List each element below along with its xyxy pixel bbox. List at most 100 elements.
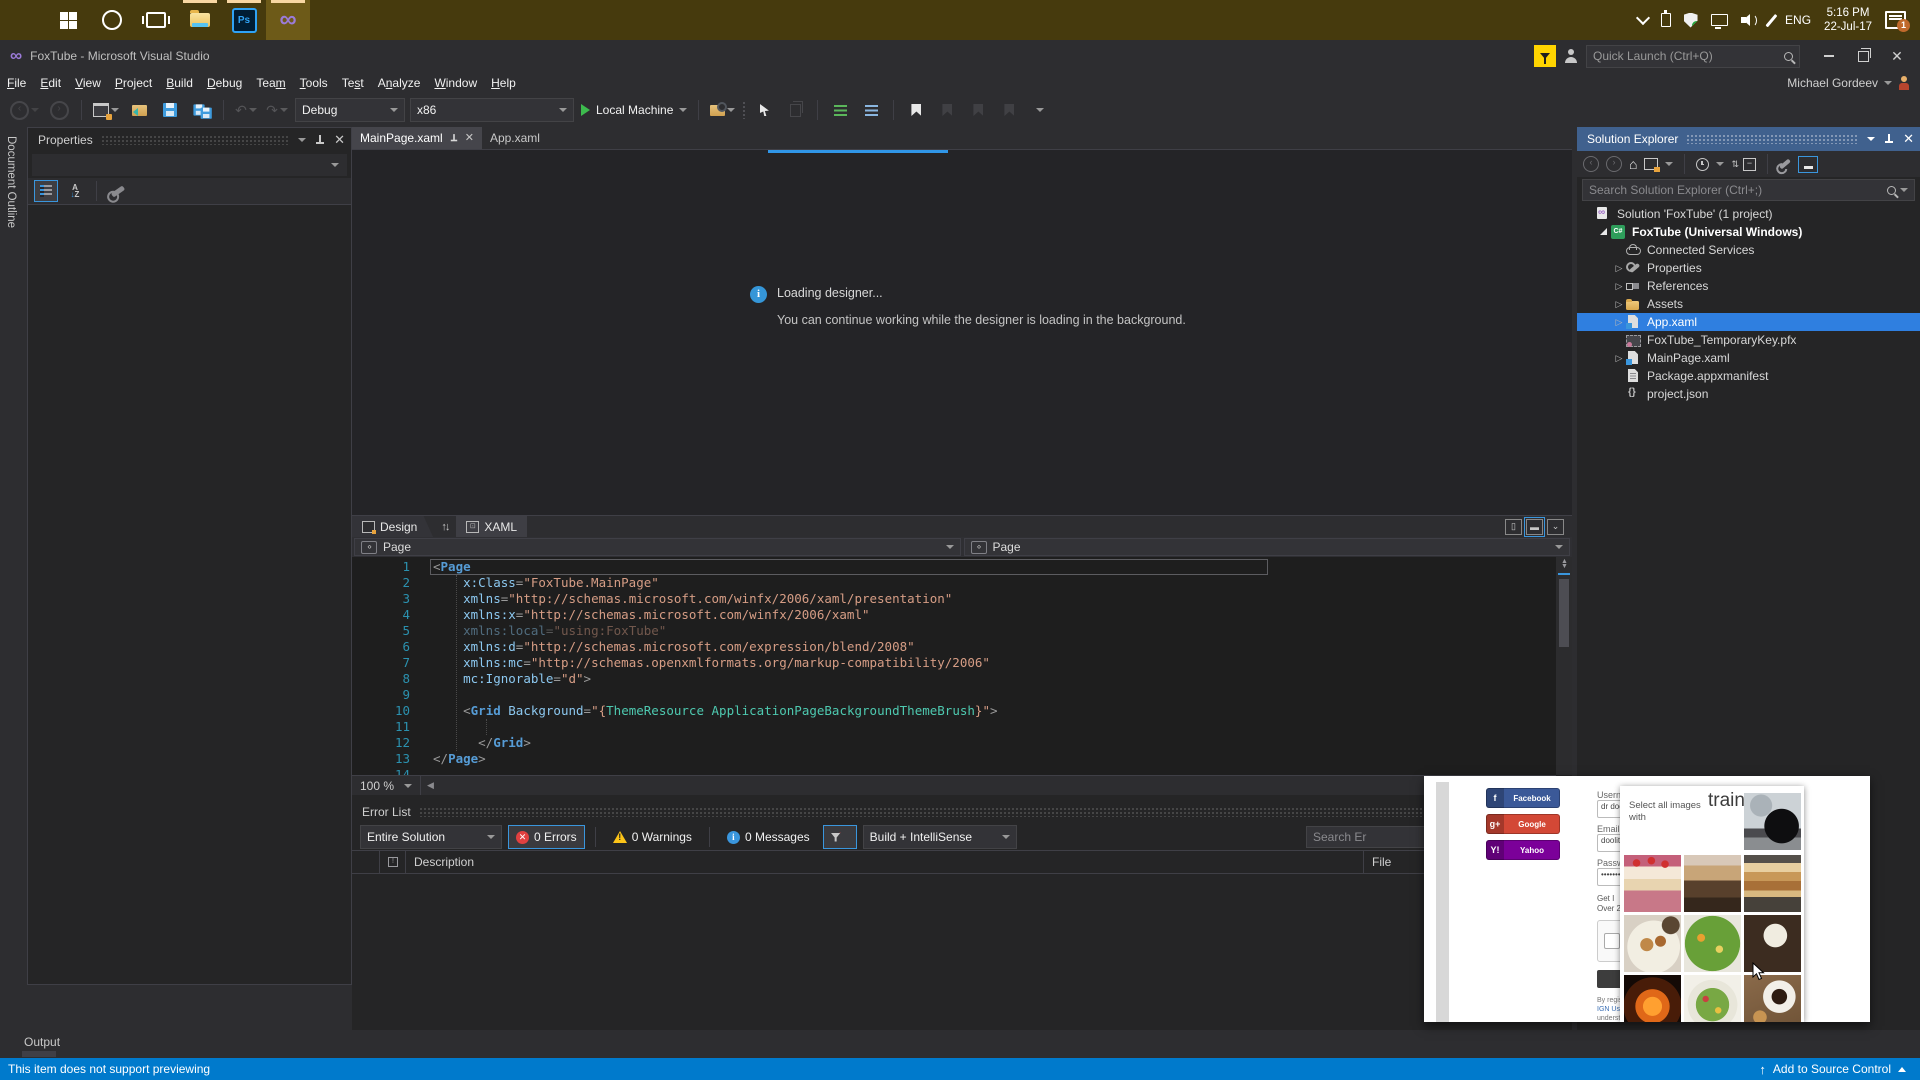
document-outline-tab[interactable]: Document Outline bbox=[5, 136, 17, 228]
captcha-tile-pancakes[interactable] bbox=[1744, 855, 1801, 912]
solution-platform-dropdown[interactable]: x86 bbox=[410, 98, 574, 122]
code-line-13[interactable]: 13 </Page> bbox=[352, 751, 1556, 767]
select-element-button[interactable] bbox=[751, 98, 777, 122]
copy-button[interactable] bbox=[782, 98, 808, 122]
close-icon[interactable]: ✕ bbox=[334, 133, 345, 146]
tree-item-assets[interactable]: ▷ Assets bbox=[1577, 295, 1920, 313]
defender-shield-icon[interactable]: ✓ bbox=[1683, 12, 1698, 28]
sync-with-active-document-icon[interactable]: ⇅ bbox=[1731, 159, 1738, 170]
error-scope-dropdown[interactable]: Entire Solution bbox=[360, 825, 502, 849]
window-position-icon[interactable] bbox=[298, 138, 307, 142]
restore-button[interactable] bbox=[1846, 43, 1880, 69]
output-tab[interactable]: Output bbox=[24, 1035, 60, 1049]
new-project-button[interactable] bbox=[91, 98, 121, 122]
window-position-icon[interactable] bbox=[1867, 137, 1876, 141]
tab-app-xaml[interactable]: App.xaml bbox=[482, 127, 548, 149]
switch-views-icon[interactable] bbox=[1644, 158, 1661, 172]
menu-item-analyze[interactable]: Analyze bbox=[371, 73, 428, 93]
ink-pen-icon[interactable] bbox=[1765, 13, 1777, 27]
tab-mainpage-xaml[interactable]: MainPage.xaml ✕ bbox=[352, 127, 482, 149]
home-icon[interactable]: ⌂ bbox=[1629, 157, 1637, 171]
tree-item-project-json[interactable]: project.json bbox=[1577, 385, 1920, 403]
code-line-12[interactable]: 12 </Grid> bbox=[352, 735, 1556, 751]
taskbar-app-file-explorer[interactable] bbox=[178, 0, 222, 40]
pending-changes-filter-icon[interactable] bbox=[1696, 157, 1710, 171]
clear-bookmarks-button[interactable] bbox=[996, 98, 1022, 122]
tree-item-properties[interactable]: ▷ Properties bbox=[1577, 259, 1920, 277]
quick-launch-input[interactable]: Quick Launch (Ctrl+Q) bbox=[1586, 44, 1800, 68]
menu-item-tools[interactable]: Tools bbox=[293, 73, 335, 93]
menu-item-edit[interactable]: Edit bbox=[33, 73, 68, 93]
solution-explorer-title-bar[interactable]: Solution Explorer ✕ bbox=[1577, 127, 1920, 151]
element-dropdown-left[interactable]: ‹› Page bbox=[354, 538, 961, 556]
network-icon[interactable] bbox=[1710, 14, 1728, 29]
pin-icon[interactable] bbox=[450, 133, 457, 143]
menu-item-test[interactable]: Test bbox=[335, 73, 371, 93]
messages-filter-button[interactable]: i 0 Messages bbox=[720, 826, 817, 848]
toolbar-overflow-button[interactable] bbox=[1027, 98, 1053, 122]
errors-filter-button[interactable]: ✕ 0 Errors bbox=[508, 825, 585, 849]
collapsed-arrow-icon[interactable]: ▷ bbox=[1613, 317, 1625, 328]
action-center-icon[interactable]: 1 bbox=[1885, 11, 1910, 32]
code-line-10[interactable]: 10 <Grid Background="{ThemeResource Appl… bbox=[352, 703, 1556, 719]
captcha-tile-dessert-cup[interactable] bbox=[1684, 855, 1741, 912]
back-button[interactable]: ‹ bbox=[1583, 156, 1599, 172]
find-in-files-button[interactable] bbox=[708, 98, 737, 122]
element-dropdown-right[interactable]: ‹› Page bbox=[963, 538, 1570, 556]
captcha-tile-cake[interactable] bbox=[1624, 855, 1681, 912]
captcha-tile-breakfast-plate[interactable] bbox=[1624, 915, 1681, 972]
properties-wrench-icon[interactable] bbox=[1779, 158, 1791, 170]
add-item-button[interactable] bbox=[126, 98, 152, 122]
yahoo-login-button[interactable]: Y! Yahoo bbox=[1486, 840, 1560, 860]
menu-item-file[interactable]: File bbox=[0, 73, 33, 93]
save-all-button[interactable] bbox=[188, 98, 214, 122]
taskbar-app-cortana[interactable] bbox=[90, 0, 134, 40]
user-account[interactable]: Michael Gordeev bbox=[1787, 76, 1920, 90]
vertical-split-button[interactable]: ▯ bbox=[1505, 518, 1522, 535]
column-blank[interactable] bbox=[352, 851, 380, 873]
taskbar-app-photoshop[interactable]: Ps bbox=[222, 0, 266, 40]
design-view-tab[interactable]: Design bbox=[352, 516, 433, 538]
code-line-7[interactable]: 7 xmlns:mc="http://schemas.openxmlformat… bbox=[352, 655, 1556, 671]
code-line-4[interactable]: 4 xmlns:x="http://schemas.microsoft.com/… bbox=[352, 607, 1556, 623]
close-icon[interactable]: ✕ bbox=[465, 133, 474, 144]
feedback-person-icon[interactable] bbox=[1564, 49, 1578, 63]
error-list-title-bar[interactable]: Error List bbox=[352, 800, 1572, 824]
menu-item-help[interactable]: Help bbox=[484, 73, 523, 93]
next-bookmark-button[interactable] bbox=[965, 98, 991, 122]
xaml-code-editor[interactable]: 1 <Page 2 x:Class="FoxTube.MainPage" 3 xmln… bbox=[352, 557, 1556, 782]
swap-panes-icon[interactable]: ↑↓ bbox=[441, 521, 450, 533]
tree-item-foxtube-universal-windows[interactable]: FoxTube (Universal Windows) bbox=[1577, 223, 1920, 241]
pin-icon[interactable] bbox=[316, 134, 325, 146]
captcha-tile-salad[interactable] bbox=[1684, 915, 1741, 972]
tree-item-package-appxmanifest[interactable]: Package.appxmanifest bbox=[1577, 367, 1920, 385]
collapsed-arrow-icon[interactable]: ▷ bbox=[1613, 281, 1625, 292]
forward-button[interactable]: › bbox=[1606, 156, 1622, 172]
pin-icon[interactable] bbox=[1885, 133, 1894, 145]
google-login-button[interactable]: g+ Google bbox=[1486, 814, 1560, 834]
collapsed-arrow-icon[interactable]: ▷ bbox=[1613, 263, 1625, 274]
outdent-button[interactable] bbox=[858, 98, 884, 122]
volume-icon[interactable] bbox=[1740, 13, 1757, 27]
chevron-down-icon[interactable] bbox=[1716, 162, 1725, 166]
column-description[interactable]: Description bbox=[406, 851, 1364, 873]
tree-item-connected-services[interactable]: Connected Services bbox=[1577, 241, 1920, 259]
add-to-source-control-button[interactable]: ↑ Add to Source Control bbox=[1759, 1062, 1920, 1077]
solution-configuration-dropdown[interactable]: Debug bbox=[295, 98, 405, 122]
indent-button[interactable] bbox=[827, 98, 853, 122]
split-grip-icon[interactable]: ▲ ▼ bbox=[1559, 558, 1569, 570]
menu-item-window[interactable]: Window bbox=[427, 73, 484, 93]
close-icon[interactable]: ✕ bbox=[1903, 132, 1914, 145]
save-button[interactable] bbox=[157, 98, 183, 122]
clear-filters-button[interactable]: ✕ bbox=[822, 825, 857, 849]
collapse-pane-button[interactable]: ⌄ bbox=[1547, 518, 1564, 535]
collapsed-arrow-icon[interactable]: ▷ bbox=[1613, 299, 1625, 310]
tree-item-references[interactable]: ▷ References bbox=[1577, 277, 1920, 295]
navigate-back-button[interactable]: ‹ bbox=[8, 98, 41, 122]
zoom-level-dropdown[interactable]: 100 % bbox=[352, 776, 422, 795]
chevron-down-icon[interactable] bbox=[1665, 162, 1674, 166]
code-line-8[interactable]: 8 mc:Ignorable="d"> bbox=[352, 671, 1556, 687]
clock[interactable]: 5:16 PM 22-Jul-17 bbox=[1824, 6, 1872, 34]
captcha-tile-coffee-cup[interactable] bbox=[1744, 975, 1801, 1022]
undo-button[interactable]: ↶ bbox=[233, 98, 259, 122]
